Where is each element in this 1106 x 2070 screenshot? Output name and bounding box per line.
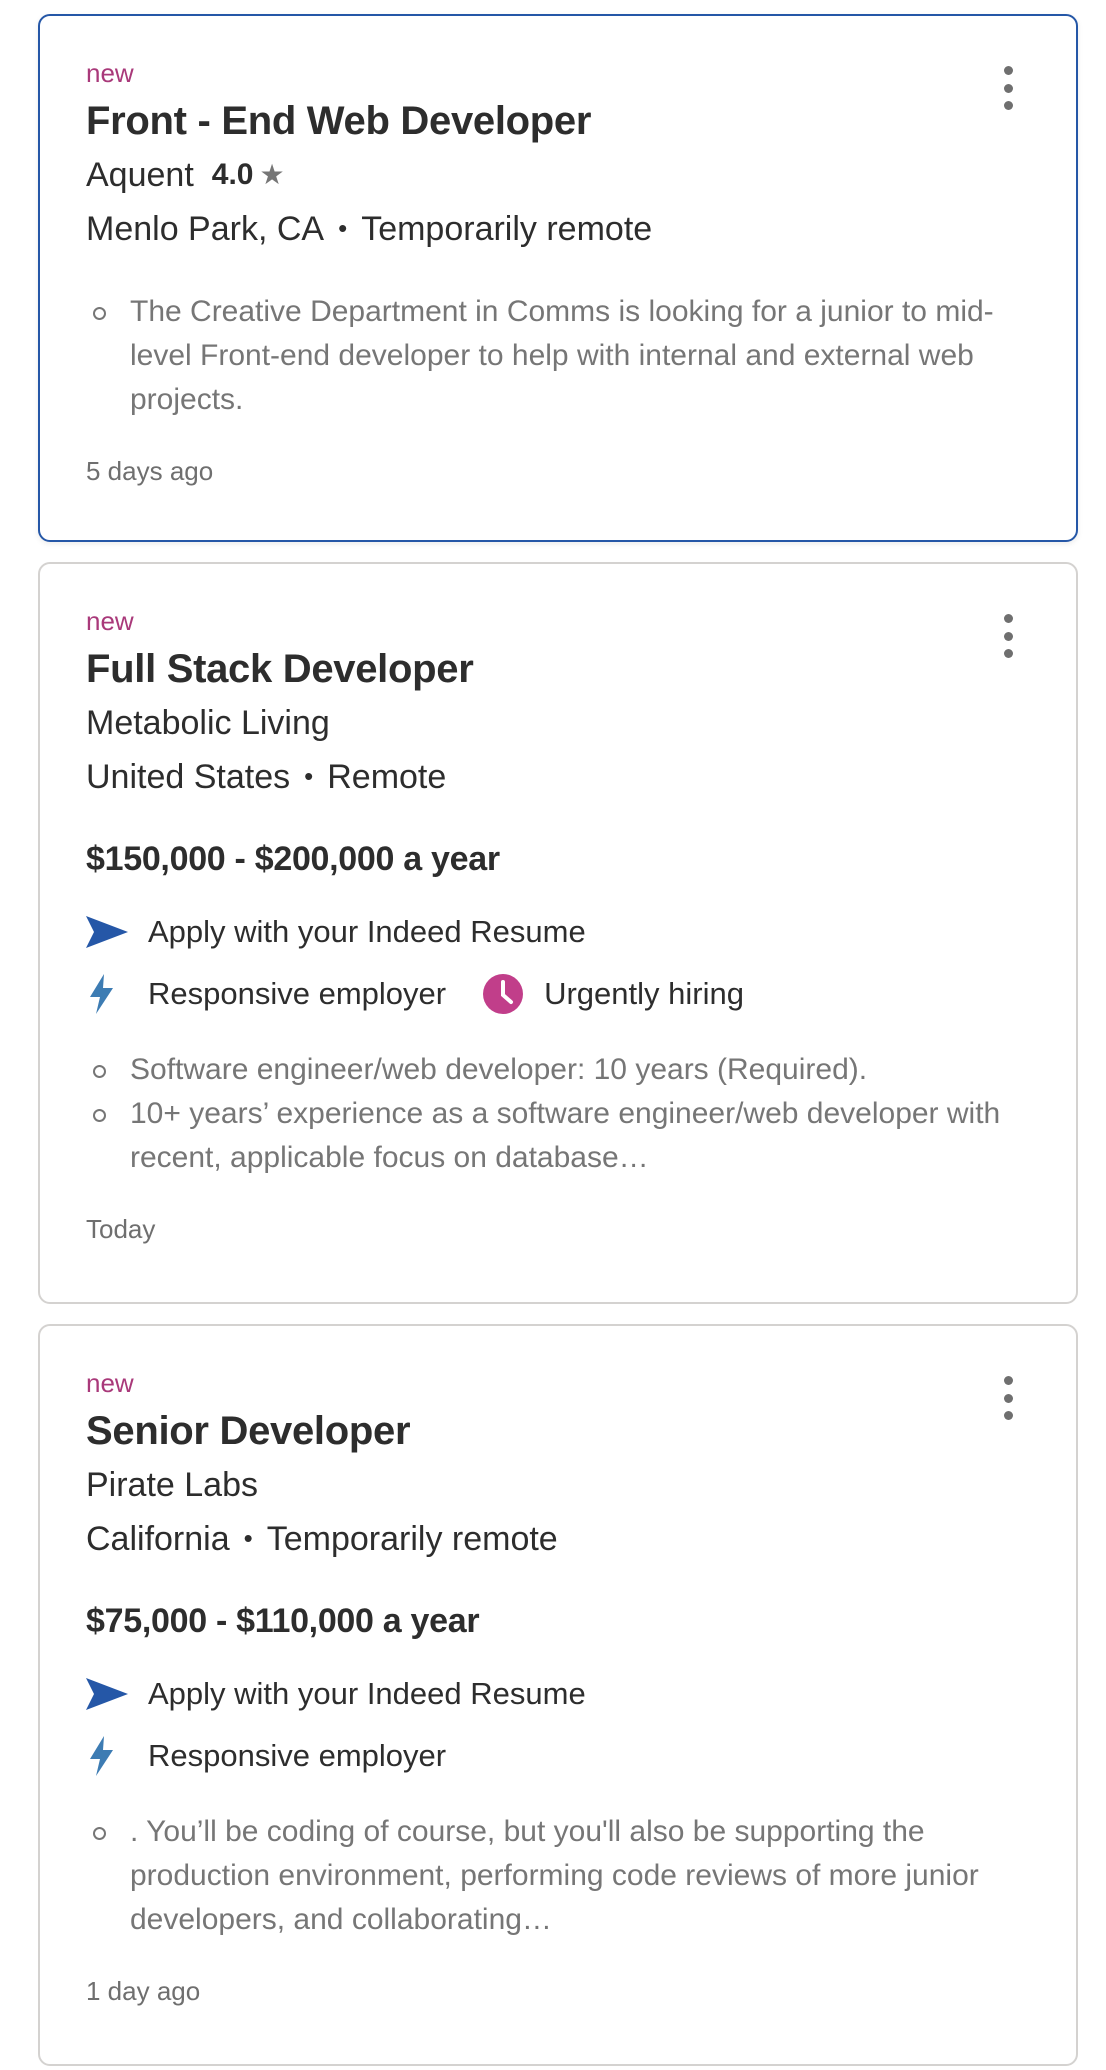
separator-dot: • [338, 213, 348, 243]
posted-date: 5 days ago [86, 456, 214, 486]
job-location: California [86, 1520, 230, 1558]
apply-feature: Apply with your Indeed Resume [86, 912, 1030, 952]
company-name[interactable]: Pirate Labs [86, 1464, 258, 1506]
salary: $75,000 - $110,000 a year [86, 1602, 480, 1640]
job-snippet: Software engineer/web developer: 10 year… [86, 1048, 1030, 1180]
lightning-bolt-icon [86, 1736, 130, 1776]
responsive-employer-label: Responsive employer [148, 976, 447, 1011]
job-card[interactable]: new Senior Developer Pirate Labs Califor… [38, 1324, 1078, 2066]
apply-label: Apply with your Indeed Resume [148, 1676, 586, 1711]
job-location: United States [86, 758, 291, 796]
responsive-employer-feature: Responsive employer [86, 974, 446, 1014]
job-location-row: United States • Remote [86, 756, 1030, 800]
job-location-row: California • Temporarily remote [86, 1518, 1030, 1562]
job-location: Menlo Park, CA [86, 210, 325, 248]
posted-date: Today [86, 1214, 156, 1244]
company-name[interactable]: Aquent [86, 154, 194, 196]
job-location-row: Menlo Park, CA • Temporarily remote [86, 208, 1030, 252]
work-mode: Temporarily remote [361, 210, 653, 248]
separator-dot: • [304, 761, 314, 791]
company-row: Metabolic Living [86, 702, 1030, 744]
job-list: new Front - End Web Developer Aquent 4.0… [0, 0, 1106, 2070]
salary: $150,000 - $200,000 a year [86, 840, 500, 878]
paper-plane-icon [86, 1674, 130, 1714]
apply-feature: Apply with your Indeed Resume [86, 1674, 1030, 1714]
lightning-bolt-icon [86, 974, 130, 1014]
urgent-label: Urgently hiring [544, 976, 744, 1011]
responsive-employer-label: Responsive employer [148, 1738, 447, 1773]
responsive-employer-feature: Responsive employer [86, 1736, 1030, 1776]
more-vertical-icon[interactable] [998, 1376, 1018, 1420]
more-vertical-icon[interactable] [998, 66, 1018, 110]
separator-dot: • [243, 1523, 253, 1553]
job-title[interactable]: Senior Developer [86, 1406, 1030, 1456]
company-row: Aquent 4.0 ★ [86, 154, 1030, 196]
snippet-item: Software engineer/web developer: 10 year… [86, 1048, 1030, 1092]
job-snippet: The Creative Department in Comms is look… [86, 290, 1030, 422]
new-tag: new [86, 58, 134, 88]
company-rating: 4.0 [211, 158, 254, 191]
job-title[interactable]: Full Stack Developer [86, 644, 1030, 694]
job-title[interactable]: Front - End Web Developer [86, 96, 1030, 146]
apply-label: Apply with your Indeed Resume [148, 914, 586, 949]
posted-date: 1 day ago [86, 1976, 201, 2006]
work-mode: Remote [327, 758, 447, 796]
work-mode: Temporarily remote [266, 1520, 558, 1558]
new-tag: new [86, 1368, 134, 1398]
job-card[interactable]: new Front - End Web Developer Aquent 4.0… [38, 14, 1078, 542]
more-vertical-icon[interactable] [998, 614, 1018, 658]
snippet-item: . You’ll be coding of course, but you'll… [86, 1810, 1030, 1942]
paper-plane-icon [86, 912, 130, 952]
company-row: Pirate Labs [86, 1464, 1030, 1506]
company-name[interactable]: Metabolic Living [86, 702, 330, 744]
job-card[interactable]: new Full Stack Developer Metabolic Livin… [38, 562, 1078, 1304]
urgent-feature: Urgently hiring [482, 974, 744, 1014]
clock-icon [482, 974, 526, 1014]
new-tag: new [86, 606, 134, 636]
snippet-item: 10+ years’ experience as a software engi… [86, 1092, 1030, 1180]
job-snippet: . You’ll be coding of course, but you'll… [86, 1810, 1030, 1942]
snippet-item: The Creative Department in Comms is look… [86, 290, 1030, 422]
star-icon: ★ [259, 159, 285, 190]
